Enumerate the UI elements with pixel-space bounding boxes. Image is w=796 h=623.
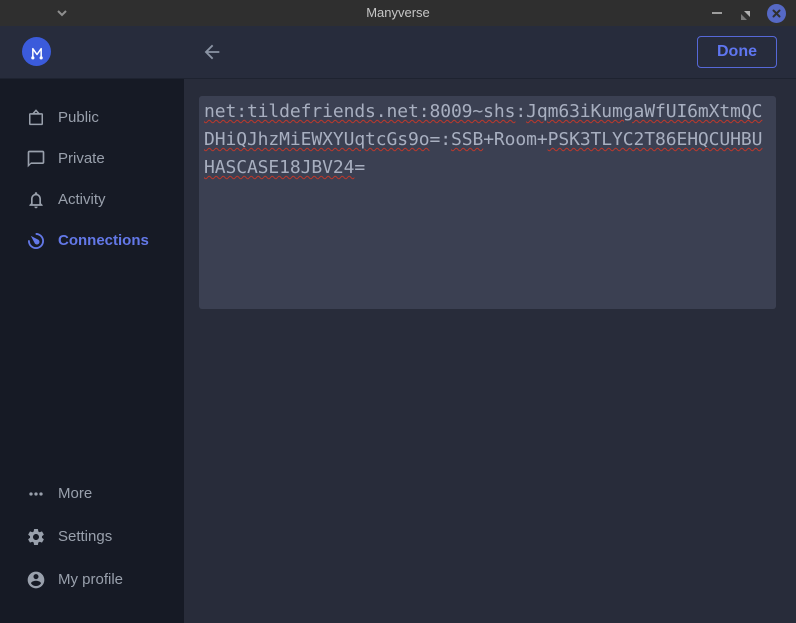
sidebar-item-settings[interactable]: Settings [0,515,184,558]
sidebar-item-connections[interactable]: Connections [0,220,184,261]
close-button[interactable] [767,4,786,23]
bell-icon [26,190,46,210]
done-button[interactable]: Done [697,36,777,68]
text-line: DHiQJhzMiEWXYUqtcGs9o=:SSB+Room+PSK3TLYC… [204,126,771,154]
bulletin-board-icon [26,108,46,128]
content-area: net:tildefriends.net:8009~shs:Jqm63iKumg… [184,79,796,623]
text-line: HASCASE18JBV24= [204,154,771,182]
sidebar-item-label: My profile [58,571,123,588]
sidebar-item-label: Connections [58,232,149,249]
sidebar-item-my-profile[interactable]: My profile [0,558,184,601]
text: =: [429,129,450,150]
sidebar-item-label: Private [58,150,105,167]
titlebar[interactable]: Manyverse [0,0,796,26]
text: = [354,157,365,178]
sidebar-item-public[interactable]: Public [0,97,184,138]
chat-bubble-icon [26,149,46,169]
misspelled-text: DHiQJhzMiEWXYUqtcGs9o [204,129,429,150]
manyverse-logo-icon [22,37,51,66]
gear-icon [26,527,46,547]
sidebar-item-label: More [58,485,92,502]
sidebar-item-label: Activity [58,191,106,208]
sidebar-item-label: Settings [58,528,112,545]
connections-icon [26,231,46,251]
text: : [515,101,526,122]
misspelled-text: Jqm63iKumgaWfUI6mXtmQC [526,101,762,122]
misspelled-text: HASCASE18JBV24 [204,157,354,178]
sidebar-item-more[interactable]: More [0,472,184,515]
restore-button[interactable] [740,8,751,19]
dots-icon [26,484,46,504]
misspelled-text: PSK3TLYC2T86EHQCUHBU [548,129,763,150]
sidebar-item-label: Public [58,109,99,126]
sidebar-spacer [0,261,184,472]
sidebar: Public Private Activity [0,79,184,623]
minimize-button[interactable] [712,7,724,19]
address-textarea[interactable]: net:tildefriends.net:8009~shs:Jqm63iKumg… [199,96,776,309]
account-icon [26,570,46,590]
text: +Room+ [483,129,547,150]
app-header: Done [0,26,796,79]
text-line: net:tildefriends.net:8009~shs:Jqm63iKumg… [204,98,771,126]
back-arrow-button[interactable] [201,41,223,63]
sidebar-item-activity[interactable]: Activity [0,179,184,220]
window-title: Manyverse [0,0,796,26]
misspelled-text: SSB [451,129,483,150]
sidebar-item-private[interactable]: Private [0,138,184,179]
misspelled-text: net:tildefriends.net:8009~shs [204,101,515,122]
manyverse-window: Manyverse Done [0,0,796,623]
